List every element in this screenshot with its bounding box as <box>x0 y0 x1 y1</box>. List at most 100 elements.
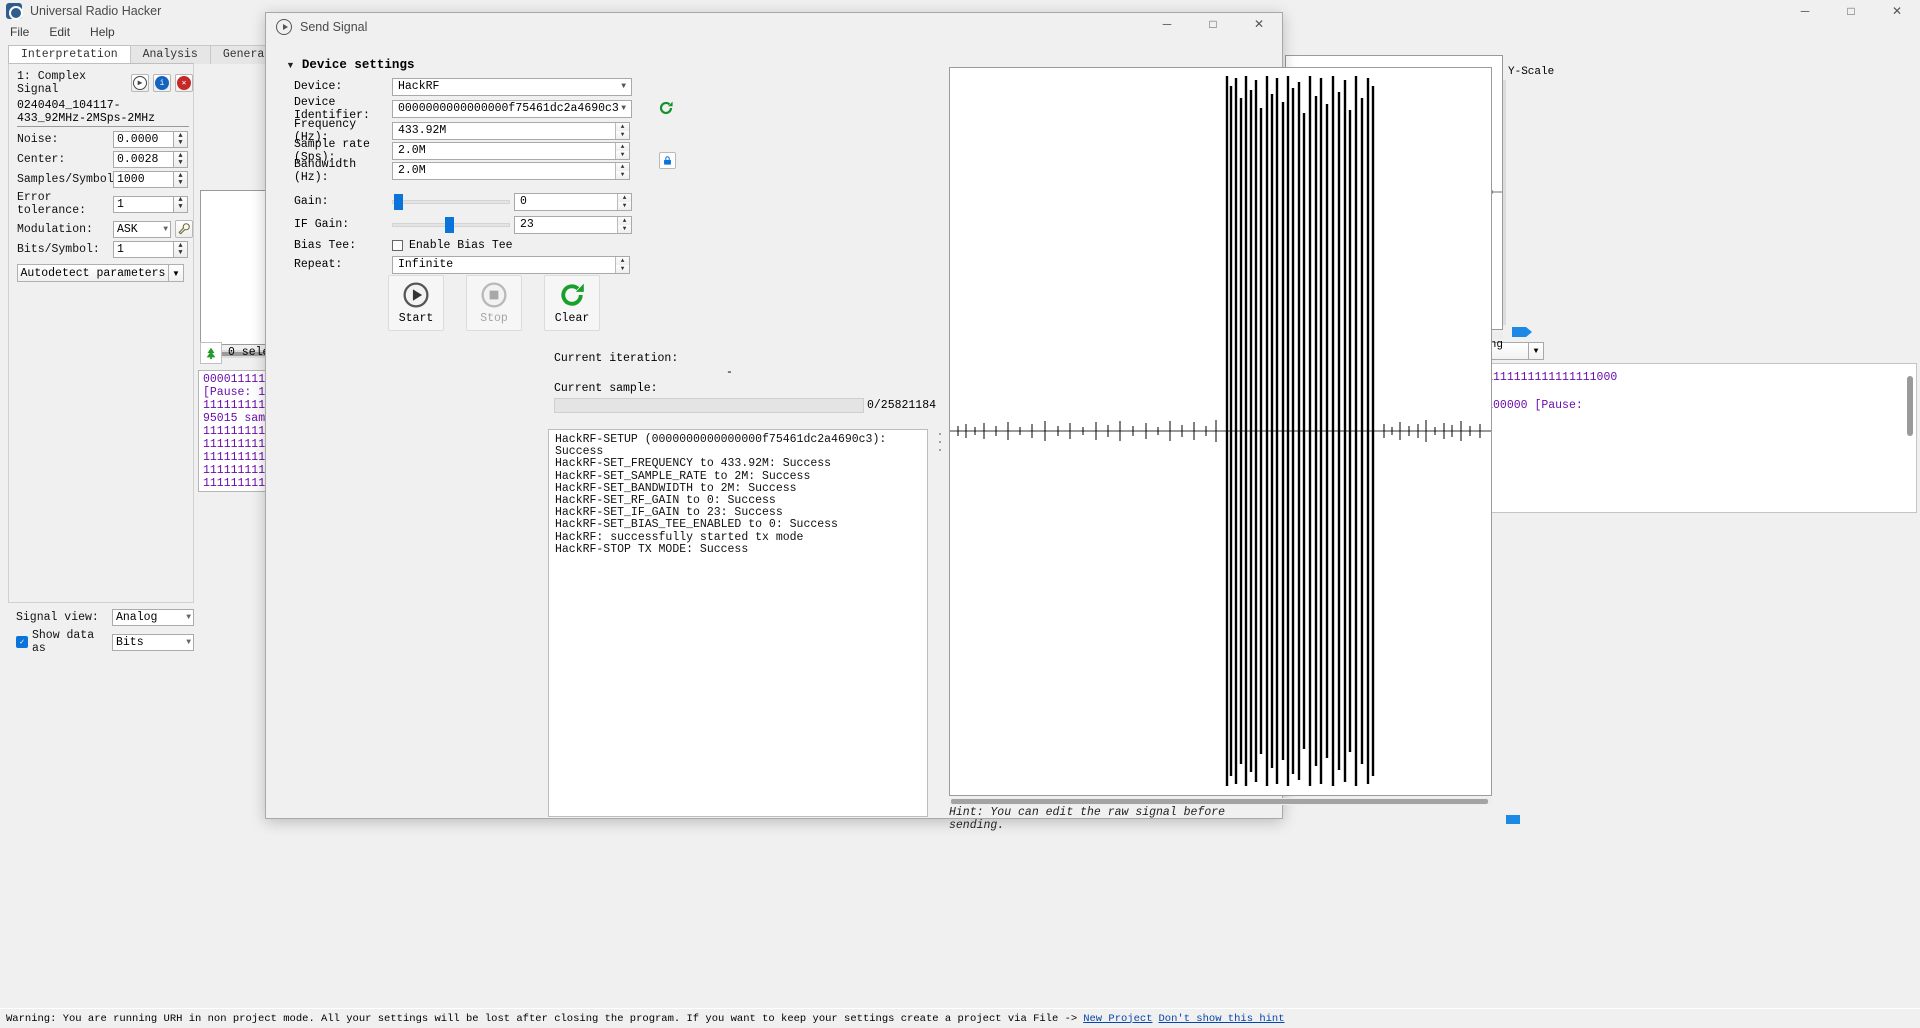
autodetect-dropdown-arrow-icon[interactable]: ▼ <box>169 264 184 282</box>
gain-spin-buttons[interactable]: ▲ ▼ <box>617 193 631 210</box>
play-signal-button[interactable]: ▶ <box>131 74 149 92</box>
error-tolerance-spin-buttons[interactable]: ▲ ▼ <box>173 195 188 213</box>
start-button[interactable]: Start <box>388 275 444 331</box>
bandwidth-value: 2.0M <box>398 164 426 177</box>
statusbar: Warning: You are running URH in non proj… <box>0 1008 1920 1028</box>
signal-view-value: Analog <box>116 611 158 624</box>
chevron-down-icon[interactable]: ▼ <box>1528 342 1543 360</box>
repeat-label: Repeat: <box>294 258 343 271</box>
samples-per-symbol-stepper[interactable]: 1000 ▲ ▼ <box>113 171 188 188</box>
app-title: Universal Radio Hacker <box>30 4 162 18</box>
gain-slider[interactable] <box>392 193 510 210</box>
sample-rate-spin-buttons[interactable]: ▲ ▼ <box>615 142 629 159</box>
error-tolerance-input[interactable]: 1 <box>113 195 173 213</box>
show-data-as-value: Bits <box>116 635 144 649</box>
dialog-splitter-handle[interactable] <box>937 433 942 451</box>
chevron-down-icon: ▼ <box>621 82 626 91</box>
maximize-button[interactable]: □ <box>1828 0 1874 22</box>
menubar: File Edit Help <box>0 22 125 42</box>
stop-button-label: Stop <box>480 312 508 325</box>
device-log-textarea[interactable]: HackRF-SETUP (0000000000000000f75461dc2a… <box>548 429 928 817</box>
send-signal-dialog: Send Signal ─ □ ✕ ▼ Device settings Devi… <box>265 12 1520 832</box>
new-project-link[interactable]: New Project <box>1083 1013 1152 1025</box>
bandwidth-row: Bandwidth (Hz): 2.0M ▲ ▼ <box>294 152 676 184</box>
sample-rate-input[interactable]: 2.0M ▲ ▼ <box>392 141 630 160</box>
bits-right-vscrollbar[interactable] <box>1907 376 1913 436</box>
show-data-as-checkbox[interactable]: ✓ <box>16 636 28 648</box>
if-gain-input[interactable]: 23 ▲ ▼ <box>514 215 632 234</box>
device-settings-header[interactable]: ▼ Device settings <box>286 58 414 72</box>
start-button-label: Start <box>398 312 434 325</box>
repeat-spin-buttons[interactable]: ▲ ▼ <box>615 256 629 273</box>
dialog-close-button[interactable]: ✕ <box>1236 13 1282 35</box>
samples-per-symbol-input[interactable]: 1000 <box>113 171 173 188</box>
close-signal-button[interactable]: ✕ <box>175 74 193 92</box>
if-gain-row: IF Gain: 23 ▲ ▼ <box>294 215 632 234</box>
right-waveform-drag-handle[interactable] <box>1512 327 1532 337</box>
lock-icon[interactable] <box>659 152 676 169</box>
participants-tree-button[interactable] <box>200 342 222 364</box>
menu-item-help[interactable]: Help <box>80 23 125 41</box>
modulation-settings-button[interactable] <box>175 220 193 238</box>
bits-per-symbol-input[interactable]: 1 <box>113 241 173 258</box>
gain-slider-handle[interactable] <box>394 193 403 210</box>
waveform-hscrollbar[interactable] <box>949 798 1492 805</box>
collapse-triangle-icon[interactable]: ▼ <box>286 60 295 70</box>
noise-stepper[interactable]: 0.0000 ▲ ▼ <box>113 131 188 148</box>
close-button[interactable]: ✕ <box>1874 0 1920 22</box>
minimize-button[interactable]: ─ <box>1782 0 1828 22</box>
show-data-as-select[interactable]: Bits ▼ <box>112 633 194 651</box>
log-line: HackRF-STOP TX MODE: Success <box>555 542 749 556</box>
noise-label: Noise: <box>17 133 59 146</box>
tab-interpretation[interactable]: Interpretation <box>8 45 131 64</box>
dialog-minimize-button[interactable]: ─ <box>1144 13 1190 35</box>
modulation-select[interactable]: ASK ▼ <box>113 220 171 238</box>
stop-button[interactable]: Stop <box>466 275 522 331</box>
signal-view-select[interactable]: Analog ▼ <box>112 609 194 626</box>
send-signal-waveform[interactable] <box>949 67 1492 796</box>
menu-item-edit[interactable]: Edit <box>39 23 80 41</box>
if-gain-slider[interactable] <box>392 216 510 233</box>
signal-name-input[interactable]: 0240404_104117-433_92MHz-2MSps-2MHz <box>17 99 189 127</box>
center-stepper[interactable]: 0.0028 ▲ ▼ <box>113 151 188 168</box>
device-select[interactable]: HackRF ▼ <box>392 77 632 96</box>
center-input[interactable]: 0.0028 <box>113 151 173 168</box>
repeat-value: Infinite <box>398 258 454 271</box>
noise-input[interactable]: 0.0000 <box>113 131 173 148</box>
center-spin-buttons[interactable]: ▲ ▼ <box>173 151 188 168</box>
noise-spin-buttons[interactable]: ▲ ▼ <box>173 131 188 148</box>
current-iteration-label: Current iteration: <box>554 352 679 365</box>
tab-analysis[interactable]: Analysis <box>129 45 211 64</box>
menu-item-file[interactable]: File <box>0 23 39 41</box>
bandwidth-input[interactable]: 2.0M ▲ ▼ <box>392 161 630 180</box>
center-label: Center: <box>17 153 66 166</box>
device-identifier-select[interactable]: 0000000000000000f75461dc2a4690c3 ▼ <box>392 99 632 118</box>
gain-input[interactable]: 0 ▲ ▼ <box>514 192 632 211</box>
dialog-window-buttons: ─ □ ✕ <box>1144 13 1282 35</box>
dialog-maximize-button[interactable]: □ <box>1190 13 1236 35</box>
bias-tee-checkbox[interactable] <box>392 240 403 251</box>
chevron-down-icon: ▼ <box>186 613 191 622</box>
bandwidth-spin-buttons[interactable]: ▲ ▼ <box>615 162 629 179</box>
refresh-icon[interactable] <box>656 98 676 118</box>
dismiss-hint-link[interactable]: Don't show this hint <box>1159 1013 1285 1025</box>
if-gain-spin-buttons[interactable]: ▲ ▼ <box>617 216 631 233</box>
log-line: HackRF-SET_SAMPLE_RATE to 2M: Success <box>555 469 811 483</box>
signal-view-controls: Signal view: Analog ▼ ✓ Show data as Bit… <box>8 606 194 655</box>
samples-per-symbol-spin-buttons[interactable]: ▲ ▼ <box>173 171 188 188</box>
dialog-resize-handle[interactable] <box>1506 815 1520 824</box>
error-tolerance-stepper[interactable]: 1 ▲ ▼ <box>113 195 188 213</box>
if-gain-slider-handle[interactable] <box>445 216 454 233</box>
bits-per-symbol-spin-buttons[interactable]: ▲ ▼ <box>173 241 188 258</box>
repeat-input[interactable]: Infinite ▲ ▼ <box>392 255 630 274</box>
bits-per-symbol-stepper[interactable]: 1 ▲ ▼ <box>113 241 188 258</box>
y-scale-label-right: Y-Scale <box>1508 66 1555 78</box>
autodetect-parameters-button[interactable]: Autodetect parameters <box>17 264 169 282</box>
right-y-scale-slider[interactable] <box>1500 80 1509 325</box>
clear-button[interactable]: Clear <box>544 275 600 331</box>
frequency-spin-buttons[interactable]: ▲ ▼ <box>615 122 629 139</box>
frequency-input[interactable]: 433.92M ▲ ▼ <box>392 121 630 140</box>
waveform-plot <box>950 76 1491 786</box>
device-identifier-row: Device Identifier: 0000000000000000f7546… <box>294 96 673 122</box>
signal-info-button[interactable]: i <box>153 74 171 92</box>
